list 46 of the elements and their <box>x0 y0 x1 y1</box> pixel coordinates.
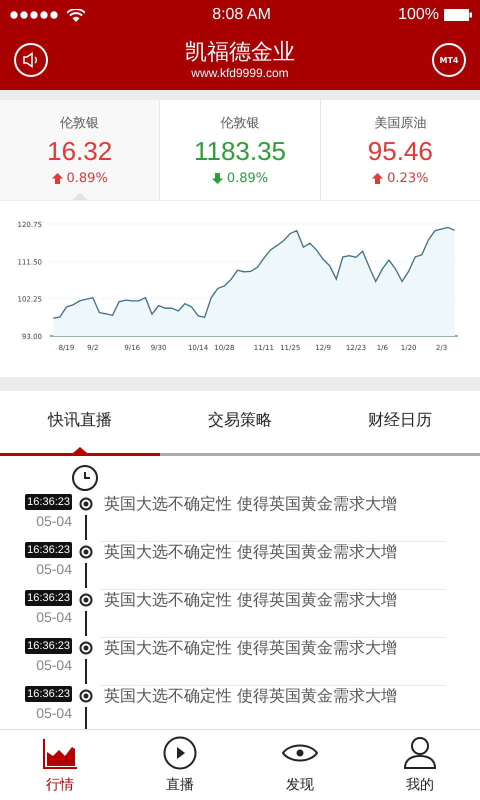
price: 95.46 <box>368 136 433 167</box>
sound-button[interactable] <box>14 43 48 77</box>
up-arrow-icon <box>52 173 62 184</box>
change-percent: 0.89% <box>226 171 268 186</box>
time-badge: 16:36:23 <box>25 638 72 654</box>
down-arrow-icon <box>212 173 223 184</box>
news-headline[interactable]: 英国大选不确定性 使得英国黄金需求大增 <box>104 638 398 659</box>
instrument-name: 伦敦银 <box>60 115 100 132</box>
clock-icon <box>71 464 99 492</box>
battery-percent: 100% <box>398 6 439 24</box>
website-url: www.kfd9999.com <box>191 66 289 80</box>
speaker-icon <box>22 52 40 68</box>
time-badge: 16:36:23 <box>25 686 72 702</box>
battery-icon <box>444 9 472 21</box>
news-headline[interactable]: 英国大选不确定性 使得英国黄金需求大增 <box>104 494 398 515</box>
user-icon <box>404 736 436 770</box>
news-headline[interactable]: 英国大选不确定性 使得英国黄金需求大增 <box>104 542 398 563</box>
price: 1183.35 <box>194 136 286 167</box>
news-date: 05-04 <box>36 657 72 673</box>
news-headline[interactable]: 英国大选不确定性 使得英国黄金需求大增 <box>104 686 398 707</box>
time-badge: 16:36:23 <box>25 590 72 606</box>
bar-chart-icon <box>42 738 78 770</box>
mt4-button[interactable]: MT4 <box>432 43 466 77</box>
timeline-dot-icon <box>79 689 93 703</box>
timeline-dot-icon <box>79 641 93 655</box>
news-date: 05-04 <box>36 513 72 529</box>
news-headline[interactable]: 英国大选不确定性 使得英国黄金需求大增 <box>104 590 398 611</box>
price: 16.32 <box>47 136 112 167</box>
news-date: 05-04 <box>36 705 72 721</box>
status-time: 8:08 AM <box>212 6 271 24</box>
play-icon <box>163 736 197 770</box>
change-percent: 0.23% <box>387 171 428 186</box>
quote-card[interactable]: 伦敦银 16.32 0.89% <box>0 100 160 200</box>
news-date: 05-04 <box>36 609 72 625</box>
app-title: 凯福德金业 <box>185 40 295 66</box>
wifi-icon <box>67 8 85 22</box>
instrument-name: 伦敦银 <box>220 115 260 132</box>
change-percent: 0.89% <box>66 171 108 186</box>
timeline-dot-icon <box>79 545 93 559</box>
time-badge: 16:36:23 <box>25 494 72 510</box>
time-badge: 16:36:23 <box>25 542 72 558</box>
timeline-dot-icon <box>79 497 93 511</box>
up-arrow-icon <box>372 173 384 184</box>
timeline-dot-icon <box>79 593 93 607</box>
news-date: 05-04 <box>36 561 72 577</box>
instrument-name: 美国原油 <box>374 115 426 132</box>
